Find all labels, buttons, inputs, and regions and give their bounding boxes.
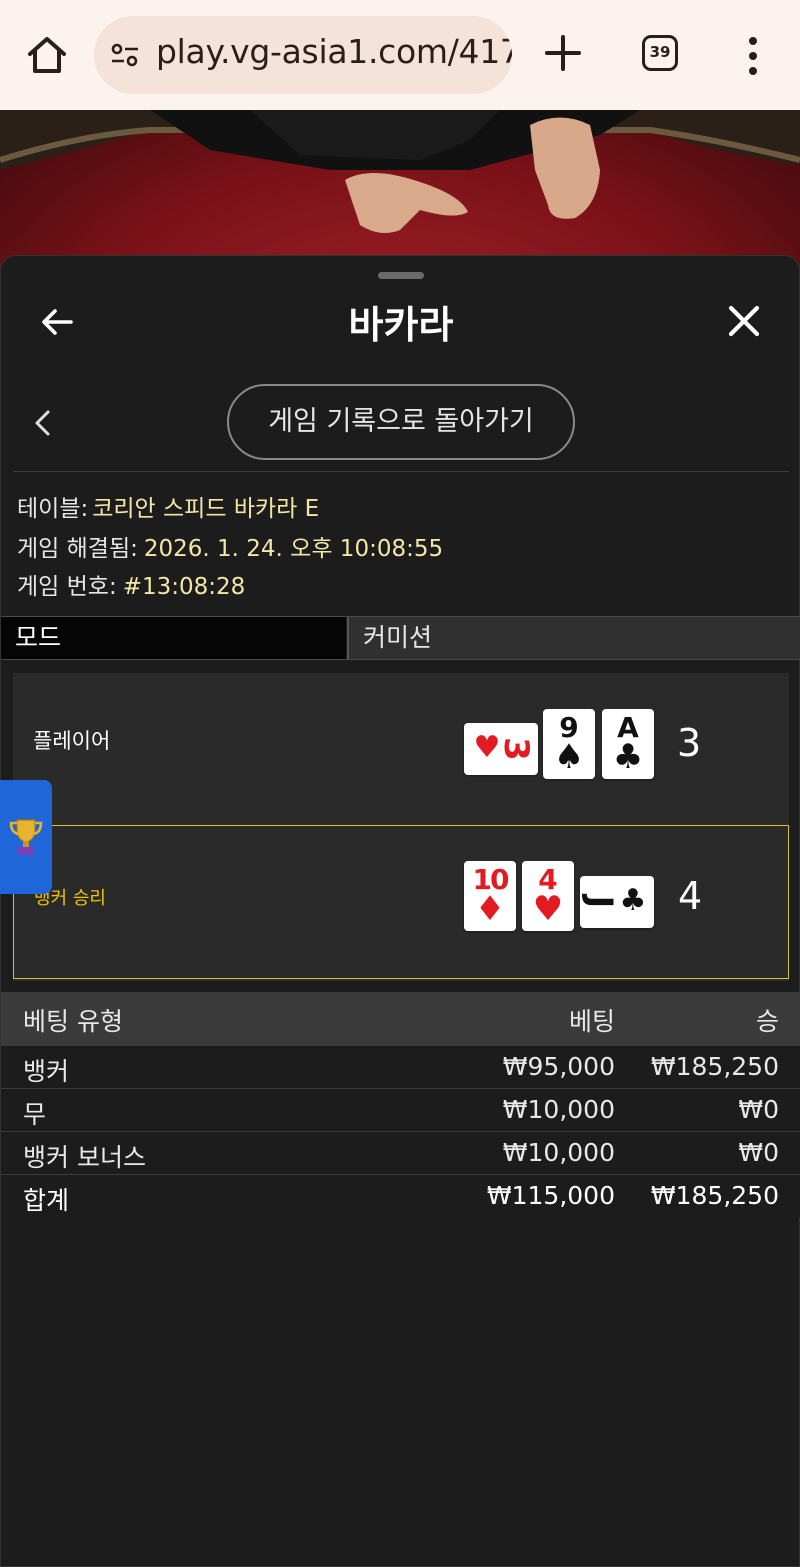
diamond-suit-icon: ♦ <box>474 889 506 929</box>
total-bet: ₩115,000 <box>486 1181 615 1210</box>
card-a-clubs: A ♣ <box>602 709 654 779</box>
win-amount: ₩185,250 <box>650 1052 779 1081</box>
club-suit-icon: ♣ <box>619 883 647 918</box>
total-label: 합계 <box>23 1186 70 1215</box>
card-rank: 3 <box>496 737 536 761</box>
bet-amount: ₩10,000 <box>502 1095 615 1124</box>
divider <box>13 471 789 472</box>
player-label: 플레이어 <box>33 729 111 753</box>
card-9-spades: 9 ♠ <box>543 709 595 779</box>
bet-table-header: 베팅 유형 베팅 승 <box>1 992 800 1046</box>
banker-hand: 뱅커 승리 10 ♦ 4 ♥ J ♣ 4 <box>13 825 789 979</box>
bet-type: 무 <box>23 1100 47 1129</box>
card-10-diamonds: 10 ♦ <box>464 861 516 931</box>
resolved-value: 2026. 1. 24. 오후 10:08:55 <box>143 536 444 562</box>
table-info: 테이블: 코리안 스피드 바카라 E <box>17 489 319 523</box>
mode-key: 모드 <box>1 617 346 659</box>
club-suit-icon: ♣ <box>612 737 644 777</box>
table-row: 뱅커 보너스 ₩10,000 ₩0 <box>1 1132 800 1175</box>
total-win: ₩185,250 <box>650 1181 779 1210</box>
chevron-left-icon[interactable] <box>29 406 57 440</box>
player-score: 3 <box>677 721 702 765</box>
win-amount: ₩0 <box>738 1138 779 1167</box>
game-number-label: 게임 번호: <box>17 574 117 600</box>
new-tab-plus-icon[interactable] <box>540 30 586 76</box>
bet-type: 뱅커 보너스 <box>23 1143 146 1172</box>
site-settings-icon[interactable] <box>108 38 142 72</box>
win-amount: ₩0 <box>738 1095 779 1124</box>
card-4-hearts: 4 ♥ <box>522 861 574 931</box>
table-label: 테이블: <box>17 496 89 522</box>
spade-suit-icon: ♠ <box>553 737 585 777</box>
trophy-side-tab[interactable] <box>0 780 52 894</box>
header-bet-amount: 베팅 <box>568 1007 615 1036</box>
game-number-value: #13:08:28 <box>122 574 246 600</box>
banker-score: 4 <box>678 874 703 918</box>
tab-switcher-icon[interactable]: 39 <box>642 35 678 71</box>
address-bar[interactable]: play.vg-asia1.com/417 <box>94 16 512 94</box>
browser-toolbar: play.vg-asia1.com/417 39 <box>0 0 800 110</box>
panel-title: 바카라 <box>348 303 454 347</box>
bet-amount: ₩10,000 <box>502 1138 615 1167</box>
heart-suit-icon: ♥ <box>532 889 564 929</box>
close-icon[interactable] <box>723 300 765 342</box>
trophy-icon <box>9 819 43 855</box>
back-to-history-button[interactable]: 게임 기록으로 돌아가기 <box>227 384 575 460</box>
game-detail-panel: 바카라 게임 기록으로 돌아가기 테이블: 코리안 스피드 바카라 E 게임 해결… <box>0 255 800 1567</box>
header-win-amount: 승 <box>755 1007 779 1036</box>
more-vert-icon[interactable] <box>738 34 768 78</box>
table-value: 코리안 스피드 바카라 E <box>92 496 320 522</box>
url-text[interactable]: play.vg-asia1.com/417 <box>156 32 512 71</box>
home-icon[interactable] <box>22 30 72 80</box>
drag-handle[interactable] <box>378 272 424 279</box>
game-number-info: 게임 번호: #13:08:28 <box>17 567 245 601</box>
total-row: 합계 ₩115,000 ₩185,250 <box>1 1175 800 1218</box>
bet-type: 뱅커 <box>23 1057 70 1086</box>
header-bet-type: 베팅 유형 <box>23 1007 123 1036</box>
card-rank: J <box>580 895 620 909</box>
player-hand: 플레이어 ♥ 3 9 ♠ A ♣ 3 <box>13 673 789 827</box>
card-3-hearts: ♥ 3 <box>464 723 538 775</box>
hands-area: 플레이어 ♥ 3 9 ♠ A ♣ 3 뱅커 승리 10 ♦ 4 ♥ J ♣ 4 <box>13 673 789 981</box>
mode-value: 커미션 <box>347 617 800 659</box>
resolved-label: 게임 해결됨: <box>17 536 138 562</box>
mode-row: 모드 커미션 <box>1 616 800 660</box>
card-j-clubs: J ♣ <box>580 876 654 928</box>
resolved-info: 게임 해결됨: 2026. 1. 24. 오후 10:08:55 <box>17 529 443 563</box>
bet-amount: ₩95,000 <box>502 1052 615 1081</box>
table-row: 뱅커 ₩95,000 ₩185,250 <box>1 1046 800 1089</box>
table-row: 무 ₩10,000 ₩0 <box>1 1089 800 1132</box>
